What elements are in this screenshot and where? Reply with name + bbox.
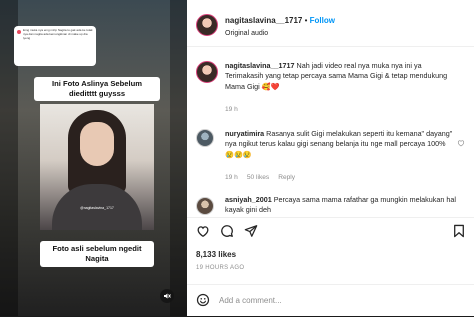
bookmark-icon[interactable]: [453, 224, 465, 238]
author-line: nagitaslavina__1717 • Follow: [225, 16, 335, 25]
add-comment-input[interactable]: Add a comment...: [219, 296, 282, 305]
comment-meta: 19 h: [225, 106, 247, 113]
add-comment-row: Add a comment...: [187, 284, 474, 317]
comment-username[interactable]: asniyah_2001: [225, 195, 272, 204]
commenter-avatar: [17, 30, 21, 34]
speaker-muted-icon: [164, 293, 171, 299]
video-edge: [170, 0, 187, 316]
smiley-icon[interactable]: [196, 293, 210, 307]
comment-time: 19 h: [225, 106, 238, 113]
action-bar: [187, 217, 474, 244]
comment-likes[interactable]: 50 likes: [247, 174, 269, 181]
post-panel: nagitaslavina__1717 • Follow Original au…: [187, 0, 474, 316]
comment-time: 19 h: [225, 174, 238, 181]
share-icon[interactable]: [244, 224, 258, 238]
post-header: nagitaslavina__1717 • Follow Original au…: [187, 0, 474, 47]
quoted-comment-sticker: Emg muka nya emg mirip Nagita tu gak ada…: [14, 26, 96, 66]
comment-username[interactable]: nuryatimira: [225, 129, 264, 138]
video-watermark: @nagitaslavina_1717: [80, 206, 114, 210]
author-avatar[interactable]: [196, 14, 218, 36]
comment-avatar[interactable]: [196, 61, 218, 83]
caption-comment: nagitaslavina__1717 Nah jadi video real …: [225, 61, 460, 92]
person-face: [80, 122, 114, 166]
audio-label[interactable]: Original audio: [225, 30, 268, 37]
author-username[interactable]: nagitaslavina__1717: [225, 16, 302, 25]
video-caption-bottom: Foto asli sebelum ngedit Nagita: [40, 241, 154, 267]
comment-item: nuryatimira Rasanya sulit Gigi melakukan…: [225, 129, 455, 160]
comment-avatar[interactable]: [196, 197, 214, 215]
comment-meta: 19 h 50 likes Reply: [225, 174, 304, 181]
comment-like-icon[interactable]: [457, 139, 465, 147]
comment-item: asniyah_2001 Percaya sama mama rafathar …: [225, 195, 460, 215]
post-timestamp: 19 HOURS AGO: [196, 265, 245, 271]
separator-dot: •: [302, 16, 310, 25]
likes-count[interactable]: 8,133 likes: [196, 250, 236, 259]
quoted-comment-text: Emg muka nya emg mirip Nagita tu gak ada…: [23, 28, 93, 41]
video-caption-top: Ini Foto Aslinya Sebelum dieditttt guyss…: [34, 77, 160, 101]
comment-username[interactable]: nagitaslavina__1717: [225, 61, 295, 70]
comment-icon[interactable]: [220, 224, 234, 238]
video-player[interactable]: Emg muka nya emg mirip Nagita tu gak ada…: [0, 0, 187, 316]
video-photo: @nagitaslavina_1717: [40, 104, 154, 230]
follow-button[interactable]: Follow: [310, 16, 335, 25]
heart-icon[interactable]: [196, 224, 210, 238]
comment-avatar[interactable]: [196, 129, 214, 147]
reply-button[interactable]: Reply: [278, 174, 295, 181]
mute-button[interactable]: [160, 289, 174, 303]
